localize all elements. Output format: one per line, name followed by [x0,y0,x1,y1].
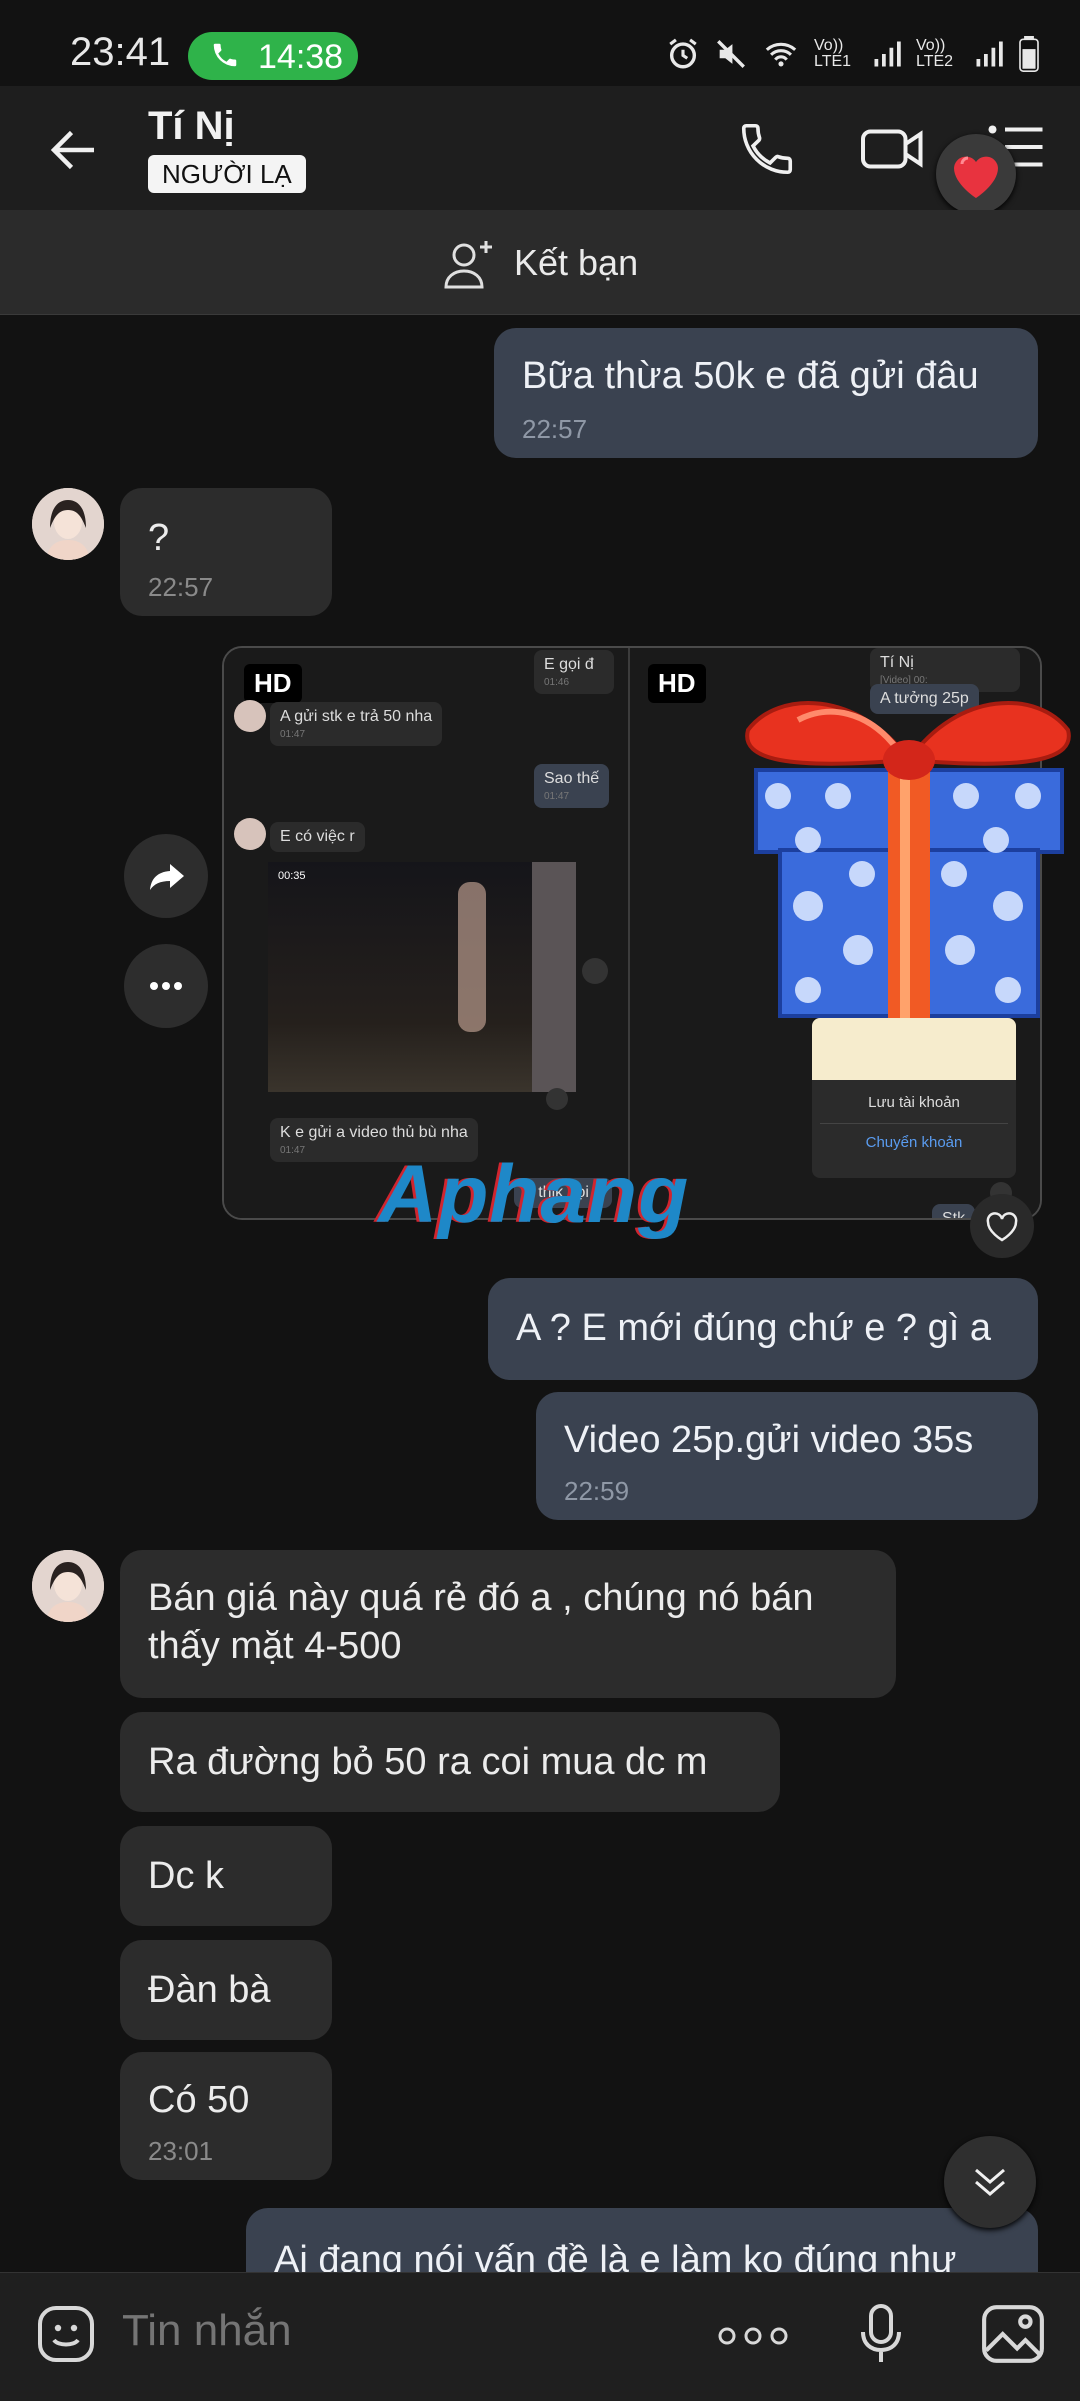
outgoing-message[interactable]: Bữa thừa 50k e đã gửi đâu 22:57 [494,328,1038,458]
screenshot-time: 01:47 [280,729,306,740]
message-text: ? [148,517,170,559]
more-options-button[interactable] [124,944,208,1028]
message-time: 22:59 [564,1476,630,1506]
gift-box-icon[interactable] [738,650,1080,1020]
status-clock: 23:41 [70,30,171,74]
incoming-message[interactable]: ? 22:57 [120,488,332,616]
video-thumbnail: 00:35 [268,862,576,1092]
video-figure [458,882,486,1032]
sim1-label: Vo)) LTE1 [814,37,852,70]
avatar[interactable] [32,1550,104,1622]
more-icon [150,982,182,990]
heart-icon [546,1088,568,1110]
heart-icon [954,156,998,198]
bank-card: Lưu tài khoản Chuyển khoản [812,1018,1016,1178]
screenshot-time: 01:47 [544,791,570,802]
microphone-icon[interactable] [856,2302,906,2366]
screenshot-text: E có việc r [280,828,355,845]
message-time: 23:01 [148,2136,214,2166]
wifi-icon [765,42,797,67]
heart-outline-icon [986,1212,1018,1242]
incoming-message[interactable]: Dc k [120,1826,332,1926]
incoming-message[interactable]: Đàn bà [120,1940,332,2040]
battery-icon [1019,36,1039,72]
screenshot-text: E gọi đ [544,656,594,673]
message-text: Dc k [148,1855,224,1897]
sim2-label: Vo)) LTE2 [916,37,954,70]
hd-label: HD [648,664,706,703]
outgoing-message[interactable]: Video 25p.gửi video 35s 22:59 [536,1392,1038,1520]
call-timer: 14:38 [258,38,344,76]
sticker-icon[interactable] [34,2302,98,2366]
hd-label: HD [244,664,302,703]
video-duration: 00:35 [278,870,306,882]
image-icon[interactable] [980,2302,1046,2366]
phone-icon [210,40,240,79]
double-chevron-down-icon [975,2168,1005,2196]
message-text: Đàn bà [148,1969,271,2011]
message-text: Bữa thừa 50k e đã gửi đâu [522,355,979,397]
video-wall [532,862,576,1092]
back-arrow-icon[interactable] [44,120,104,180]
bank-card-header [812,1018,1016,1080]
incoming-message[interactable]: Bán giá này quá rẻ đó a , chúng nó bán t… [120,1550,896,1698]
add-user-icon [444,241,492,289]
add-friend-button[interactable]: Kết bạn [440,235,638,291]
screenshot-bubble: Sao thế 01:47 [534,764,610,808]
screenshot-avatar [234,700,266,732]
incoming-message[interactable]: Ra đường bỏ 50 ra coi mua dc m [120,1712,780,1812]
status-icons: Vo)) LTE1 Vo)) LTE2 [666,34,1040,74]
more-options-icon[interactable] [716,2316,790,2356]
screenshot-bubble: E có việc r [270,822,365,852]
message-text: Có 50 [148,2079,250,2121]
screenshot-text: Sao thế [544,770,600,787]
message-time: 22:57 [522,414,588,444]
screenshot-text: Stk [942,1210,966,1220]
mute-icon [717,40,745,68]
message-text: Ra đường bỏ 50 ra coi mua dc m [148,1741,708,1783]
share-icon [582,958,608,984]
screenshot-text: K e gửi a video thủ bù nha [280,1124,468,1141]
alarm-icon [669,38,697,69]
screenshot-time: 01:46 [544,677,570,688]
ongoing-call-pill[interactable]: 14:38 [188,32,358,80]
screenshot-left[interactable]: HD E gọi đ 01:46 A gửi stk e trả 50 nha 01… [224,648,630,1218]
forward-button[interactable] [124,834,208,918]
message-text: Video 25p.gửi video 35s [564,1419,974,1461]
voice-call-button[interactable] [736,118,798,180]
outgoing-message[interactable]: A ? E mới đúng chứ e ? gì a [488,1278,1038,1380]
signal-icon-2 [976,41,1003,67]
message-text: A ? E mới đúng chứ e ? gì a [516,1307,991,1349]
screenshot-text: A gửi stk e trả 50 nha [280,708,433,725]
signal-icon-1 [874,41,901,67]
avatar[interactable] [32,488,104,560]
video-call-button[interactable] [858,118,928,180]
floating-heart-button[interactable] [936,134,1016,214]
forward-icon [150,864,184,890]
like-button[interactable] [970,1194,1034,1258]
message-time: 22:57 [148,572,214,602]
message-input[interactable] [120,2305,684,2357]
save-account-option: Lưu tài khoản [868,1094,960,1111]
incoming-message[interactable]: Có 50 23:01 [120,2052,332,2180]
transfer-option: Chuyển khoản [865,1134,963,1151]
screenshot-bubble: Stk [932,1204,976,1220]
add-friend-label: Kết bạn [514,242,639,283]
screenshot-bubble: E gọi đ 01:46 [534,650,614,694]
contact-name[interactable]: Tí Nị [148,104,235,149]
screenshot-avatar [234,818,266,850]
watermark: Aphang [378,1149,690,1240]
scroll-to-bottom-button[interactable] [944,2136,1036,2228]
stranger-badge: NGƯỜI LẠ [148,155,306,193]
screenshot-bubble: A gửi stk e trả 50 nha 01:47 [270,702,443,746]
message-text: Bán giá này quá rẻ đó a , chúng nó bán t… [148,1577,814,1667]
